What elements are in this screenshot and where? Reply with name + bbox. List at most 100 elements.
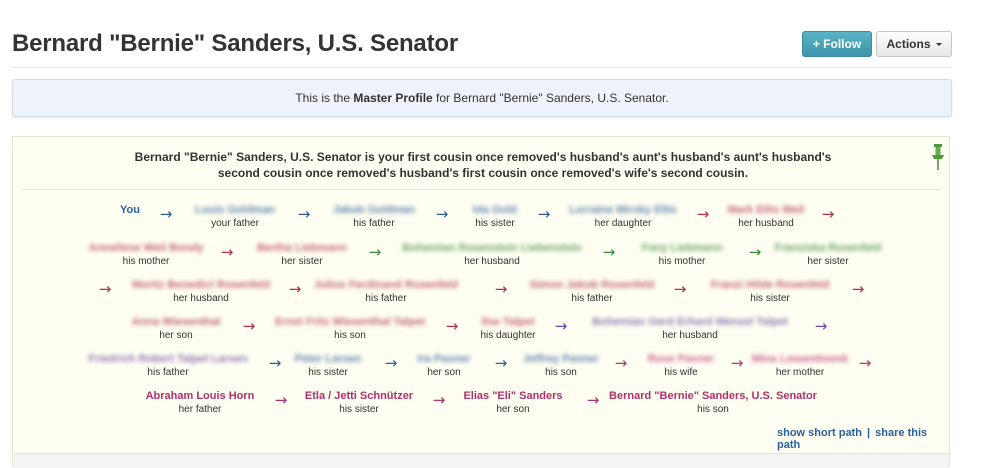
arrow-right-icon: → <box>435 205 449 223</box>
path-person-link[interactable]: Ida Gold <box>473 203 517 217</box>
path-node: Fany Liebmann his mother <box>642 241 723 268</box>
path-node: Bohemian Rosenstein Liebenstein her husba… <box>402 241 582 268</box>
path-node: Franziska Rosenfeld her sister <box>775 241 882 268</box>
path-person-link[interactable]: Peter Larsen <box>295 352 362 366</box>
path-node: Mark Ellis Weil her husband <box>728 203 805 230</box>
path-person-link[interactable]: Abraham Louis Horn <box>146 389 255 403</box>
path-person-link[interactable]: Mina Lewandowsk <box>752 352 849 366</box>
path-relation-label: her husband <box>173 293 229 304</box>
master-profile-notice: This is the Master Profile for Bernard "… <box>12 79 952 117</box>
path-node: Louis Goldman your father <box>195 203 275 230</box>
path-relation-label: his daughter <box>480 330 536 341</box>
path-person-link[interactable]: Fany Liebmann <box>642 241 723 255</box>
path-person-link[interactable]: Bertha Liebmann <box>257 241 347 255</box>
arrow-right-icon: → <box>494 280 508 298</box>
path-person-link[interactable]: Ernst Fritz Wiesenthal Talpet <box>275 315 425 329</box>
arrow-right-icon: → <box>851 280 865 298</box>
relationship-line-2: second cousin once removed's husband's f… <box>217 166 749 180</box>
path-person-link[interactable]: Julius Ferdinand Rosenfeld <box>314 278 458 292</box>
path-person-link[interactable]: Franzi Hilde Rosenfeld <box>711 278 830 292</box>
arrow-right-icon: → <box>159 205 173 223</box>
actions-label: Actions <box>886 37 931 51</box>
arrow-right-icon: → <box>614 354 628 372</box>
path-node: Ida Gold his sister <box>473 203 517 230</box>
relationship-panel: Bernard "Bernie" Sanders, U.S. Senator i… <box>12 136 950 468</box>
relationship-description: Bernard "Bernie" Sanders, U.S. Senator i… <box>123 149 843 181</box>
path-relation-label: his sister <box>750 293 790 304</box>
arrow-right-icon: → <box>554 317 568 335</box>
path-node: Bertha Liebmann her sister <box>257 241 347 268</box>
path-relation-label: her sister <box>807 256 849 267</box>
follow-button[interactable]: + Follow <box>802 31 872 57</box>
path-node: Bernard "Bernie" Sanders, U.S. Senator hi… <box>609 389 817 416</box>
path-relation-label: her daughter <box>594 218 652 229</box>
panel-footer <box>13 453 949 468</box>
path-person-link[interactable]: Simon Jakob Rosenfeld <box>530 278 655 292</box>
relationship-divider <box>23 189 941 190</box>
path-relation-label: her husband <box>662 330 718 341</box>
path-person-link[interactable]: Mark Ellis Weil <box>728 203 805 217</box>
path-person-link[interactable]: Ilse Talpet <box>480 315 535 329</box>
path-node: Lorraine Mirsky Ellis her daughter <box>569 203 677 230</box>
arrow-right-icon: → <box>696 205 710 223</box>
path-relation-label: her son <box>427 367 461 378</box>
path-node: Simon Jakob Rosenfeld his father <box>530 278 655 305</box>
path-person-link[interactable]: Anneliese Weil Bondy <box>89 241 204 255</box>
caret-down-icon <box>935 42 942 46</box>
path-relation-label: his mother <box>122 256 170 267</box>
path-node: Jeffrey Pasner his son <box>523 352 599 379</box>
arrow-right-icon: → <box>368 243 382 261</box>
path-node: Friedrich Robert Talpet Larsen his father <box>88 352 247 379</box>
arrow-right-icon: → <box>445 317 459 335</box>
arrow-right-icon: → <box>494 354 508 372</box>
path-person-link[interactable]: Bohemian Rosenstein Liebenstein <box>402 241 582 255</box>
actions-dropdown-button[interactable]: Actions <box>876 31 952 57</box>
arrow-right-icon: → <box>274 391 288 409</box>
path-node: Rose Pasner his wife <box>648 352 715 379</box>
path-node: Mina Lewandowsk her mother <box>752 352 849 379</box>
path-person-link[interactable]: Lorraine Mirsky Ellis <box>569 203 677 217</box>
path-person-link[interactable]: You <box>120 203 140 217</box>
path-person-link[interactable]: Bohemian Gerd Erhard Wenzel Talpet <box>592 315 788 329</box>
master-profile-label: Master Profile <box>353 91 433 105</box>
arrow-right-icon: → <box>384 354 398 372</box>
path-node: Anna Wiesenthal her son <box>132 315 221 342</box>
arrow-right-icon: → <box>242 317 256 335</box>
path-person-link[interactable]: Rose Pasner <box>648 352 715 366</box>
path-relation-label: his son <box>334 330 366 341</box>
pin-icon[interactable] <box>931 143 945 171</box>
path-person-link[interactable]: Franziska Rosenfeld <box>775 241 882 255</box>
show-short-path-link[interactable]: show short path <box>777 427 862 439</box>
path-person-link[interactable]: Moritz Benedict Rosenfeld <box>132 278 270 292</box>
path-node: Julius Ferdinand Rosenfeld his father <box>314 278 458 305</box>
path-person-link[interactable]: Jakob Goldman <box>333 203 416 217</box>
arrow-right-icon: → <box>537 205 551 223</box>
links-separator: | <box>867 427 871 439</box>
path-relation-label: her sister <box>281 256 323 267</box>
path-relation-label <box>120 217 140 230</box>
path-person-link[interactable]: Bernard "Bernie" Sanders, U.S. Senator <box>609 389 817 403</box>
path-node: Franzi Hilde Rosenfeld his sister <box>711 278 830 305</box>
path-relation-label: his son <box>545 367 577 378</box>
path-person-link[interactable]: Elias "Eli" Sanders <box>463 389 562 403</box>
path-person-link[interactable]: Ira Pasner <box>417 352 470 366</box>
path-node: Abraham Louis Horn her father <box>146 389 255 416</box>
path-person-link[interactable]: Jeffrey Pasner <box>523 352 599 366</box>
path-person-link[interactable]: Louis Goldman <box>195 203 275 217</box>
arrow-right-icon: → <box>98 280 112 298</box>
path-node: Peter Larsen his sister <box>295 352 362 379</box>
path-person-link[interactable]: Etla / Jetti Schnützer <box>305 389 413 403</box>
path-relation-label: his sister <box>475 218 515 229</box>
arrow-right-icon: → <box>821 205 835 223</box>
path-person-link[interactable]: Friedrich Robert Talpet Larsen <box>88 352 247 366</box>
path-relation-label: his wife <box>664 367 698 378</box>
path-relation-label: her mother <box>775 367 825 378</box>
path-relation-label: her husband <box>738 218 794 229</box>
path-relation-label: her father <box>178 404 222 415</box>
path-node: Anneliese Weil Bondy his mother <box>89 241 204 268</box>
arrow-right-icon: → <box>268 354 282 372</box>
arrow-right-icon: → <box>432 391 446 409</box>
path-person-link[interactable]: Anna Wiesenthal <box>132 315 221 329</box>
path-relation-label: his mother <box>658 256 706 267</box>
arrow-right-icon: → <box>220 243 234 261</box>
